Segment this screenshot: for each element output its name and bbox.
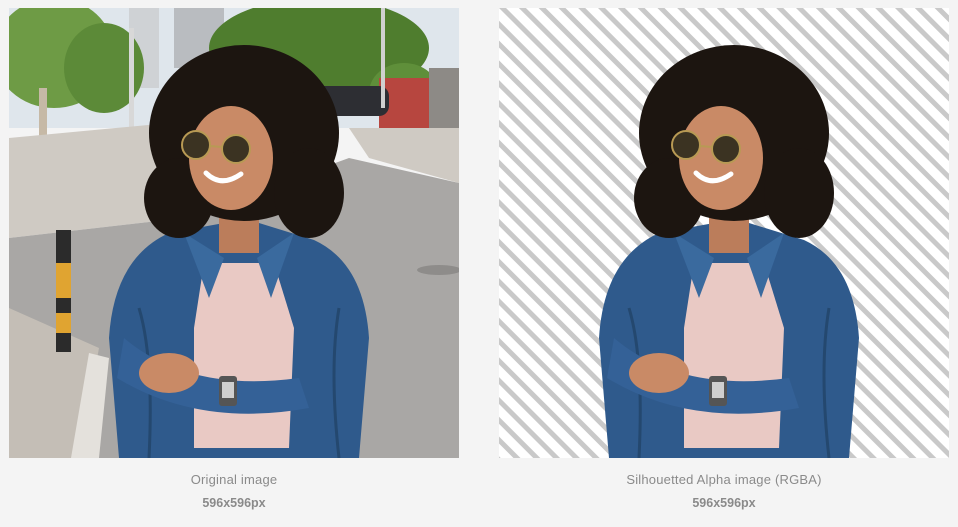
- original-caption-dimensions: 596x596px: [202, 496, 266, 510]
- original-photo-graphic: ​: [9, 8, 459, 458]
- comparison-view: ​: [0, 0, 958, 527]
- alpha-caption-title: Silhouetted Alpha image (RGBA): [626, 472, 822, 487]
- original-caption-title: Original image: [190, 472, 278, 487]
- original-image: ​: [9, 8, 459, 458]
- alpha-cutout-graphic: [499, 8, 949, 458]
- alpha-image: [499, 8, 949, 458]
- alpha-caption-dimensions: 596x596px: [692, 496, 756, 510]
